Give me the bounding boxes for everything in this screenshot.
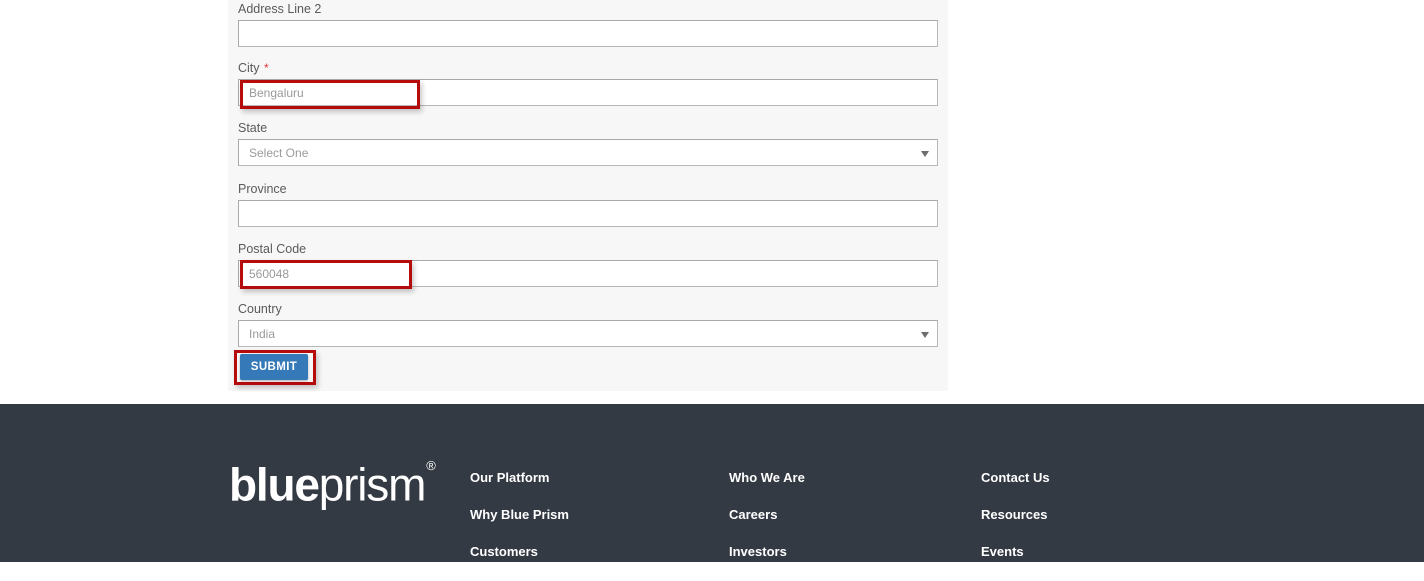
- field-label: Postal Code: [238, 242, 938, 256]
- field-label-text: City: [238, 61, 260, 75]
- input-address-line-2[interactable]: [238, 20, 938, 47]
- footer-link-events[interactable]: Events: [981, 544, 1050, 559]
- footer-link-contact-us[interactable]: Contact Us: [981, 470, 1050, 485]
- field-label: State: [238, 121, 938, 135]
- address-form-panel: Address Line 2 City * Bengaluru State Select…: [228, 0, 948, 391]
- footer-column-3: Contact Us Resources Events: [981, 470, 1050, 581]
- field-value: Select One: [249, 145, 309, 160]
- field-label-text: Province: [238, 182, 287, 196]
- field-label-text: Country: [238, 302, 282, 316]
- footer-link-why-blue-prism[interactable]: Why Blue Prism: [470, 507, 569, 522]
- select-country[interactable]: India: [238, 320, 938, 347]
- field-label: City *: [238, 61, 938, 75]
- blueprism-logo: blueprism®: [229, 457, 436, 511]
- logo-bold-text: blue: [229, 458, 320, 511]
- footer-column-1: Our Platform Why Blue Prism Customers: [470, 470, 569, 581]
- field-row-province: Province: [238, 182, 938, 227]
- field-label-text: State: [238, 121, 268, 135]
- submit-button[interactable]: SUBMIT: [240, 354, 308, 380]
- field-row-address-line-2: Address Line 2: [238, 2, 938, 47]
- footer-column-2: Who We Are Careers Investors: [729, 470, 805, 581]
- field-label-text: Postal Code: [238, 242, 307, 256]
- footer-link-resources[interactable]: Resources: [981, 507, 1050, 522]
- field-row-city: City * Bengaluru: [238, 61, 938, 106]
- field-row-country: Country India: [238, 302, 938, 347]
- chevron-down-icon: [921, 331, 929, 338]
- footer-link-investors[interactable]: Investors: [729, 544, 805, 559]
- field-label: Address Line 2: [238, 2, 938, 16]
- field-row-state: State Select One: [238, 121, 938, 166]
- field-row-postal-code: Postal Code 560048: [238, 242, 938, 287]
- registered-mark-icon: ®: [426, 458, 436, 473]
- select-state[interactable]: Select One: [238, 139, 938, 166]
- footer-link-careers[interactable]: Careers: [729, 507, 805, 522]
- field-value: Bengaluru: [249, 85, 304, 100]
- field-label: Country: [238, 302, 938, 316]
- required-asterisk: *: [264, 61, 269, 75]
- footer-link-our-platform[interactable]: Our Platform: [470, 470, 569, 485]
- logo-light-text: prism: [318, 458, 427, 511]
- input-province[interactable]: [238, 200, 938, 227]
- field-value: 560048: [249, 266, 290, 281]
- footer-link-who-we-are[interactable]: Who We Are: [729, 470, 805, 485]
- input-city[interactable]: Bengaluru: [238, 79, 938, 106]
- site-footer: blueprism® Our Platform Why Blue Prism Cus…: [0, 404, 1424, 562]
- footer-link-customers[interactable]: Customers: [470, 544, 569, 559]
- field-label-text: Address Line 2: [238, 2, 322, 16]
- field-label: Province: [238, 182, 938, 196]
- chevron-down-icon: [921, 150, 929, 157]
- field-value: India: [249, 326, 276, 341]
- input-postal-code[interactable]: 560048: [238, 260, 938, 287]
